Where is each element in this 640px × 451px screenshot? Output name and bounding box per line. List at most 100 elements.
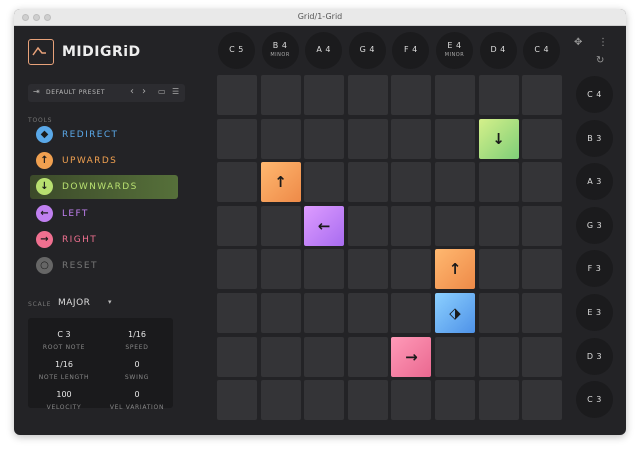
save-icon[interactable]: ▭	[158, 87, 166, 96]
pad-downwards[interactable]: ↓	[478, 118, 519, 159]
row-note-button[interactable]: G 3	[576, 206, 613, 244]
note-length-param[interactable]: 1/16 NOTE LENGTH	[28, 360, 100, 381]
pad-empty[interactable]	[435, 380, 475, 421]
pad-empty[interactable]	[347, 293, 388, 333]
pad-empty[interactable]	[391, 162, 432, 203]
pad-empty[interactable]	[347, 380, 388, 421]
pad-empty[interactable]	[260, 249, 301, 290]
preset-name[interactable]: DEFAULT PRESET	[46, 89, 105, 96]
pad-empty[interactable]	[260, 380, 301, 421]
pad-empty[interactable]	[478, 205, 519, 246]
pad-empty[interactable]	[391, 75, 432, 115]
pad-empty[interactable]	[347, 118, 388, 159]
row-note-button[interactable]: C 3	[576, 381, 613, 419]
pad-empty[interactable]	[522, 205, 563, 246]
pad-empty[interactable]	[435, 75, 475, 115]
column-note-button[interactable]: B 4 MINOR	[261, 32, 299, 69]
import-icon[interactable]: ⇥	[33, 87, 40, 96]
pad-empty[interactable]	[391, 380, 432, 421]
tool-downwards[interactable]: ↓ DOWNWARDS	[30, 175, 178, 200]
tool-left[interactable]: ← LEFT	[30, 202, 178, 226]
pad-left[interactable]: ←	[304, 205, 345, 246]
pad-empty[interactable]	[304, 75, 345, 115]
pad-empty[interactable]	[304, 249, 345, 290]
refresh-icon[interactable]: ↻	[596, 55, 604, 66]
pad-empty[interactable]	[217, 336, 257, 377]
more-options-icon[interactable]: ⋮	[598, 37, 608, 48]
pad-empty[interactable]	[478, 336, 519, 377]
pad-empty[interactable]	[260, 205, 301, 246]
row-note-button[interactable]: D 3	[576, 337, 613, 375]
pad-empty[interactable]	[478, 162, 519, 203]
column-note-button[interactable]: C 4	[523, 32, 561, 69]
preset-prev-button[interactable]: ‹	[130, 86, 134, 97]
pad-empty[interactable]	[304, 380, 345, 421]
column-note-button[interactable]: A 4	[305, 32, 343, 69]
pad-empty[interactable]	[391, 293, 432, 333]
pad-empty[interactable]	[522, 118, 563, 159]
tool-redirect[interactable]: ◆ REDIRECT	[30, 123, 178, 147]
pad-empty[interactable]	[304, 162, 345, 203]
pad-empty[interactable]	[478, 249, 519, 290]
swing-param[interactable]: 0 SWING	[101, 360, 173, 381]
row-note-button[interactable]: B 3	[576, 119, 613, 157]
pad-empty[interactable]	[217, 118, 257, 159]
pad-redirect[interactable]: ⬗	[435, 293, 475, 333]
scale-select[interactable]: MAJOR	[58, 298, 90, 308]
pad-empty[interactable]	[347, 249, 388, 290]
pad-empty[interactable]	[217, 293, 257, 333]
pad-empty[interactable]	[304, 293, 345, 333]
tool-upwards[interactable]: ↑ UPWARDS	[30, 149, 178, 173]
pad-empty[interactable]	[217, 75, 257, 115]
pad-empty[interactable]	[478, 75, 519, 115]
row-note-button[interactable]: E 3	[576, 294, 613, 331]
pad-empty[interactable]	[522, 162, 563, 203]
pad-empty[interactable]	[391, 249, 432, 290]
pad-empty[interactable]	[347, 75, 388, 115]
pad-empty[interactable]	[347, 162, 388, 203]
row-note-button[interactable]: A 3	[576, 163, 613, 201]
pad-empty[interactable]	[435, 162, 475, 203]
pad-empty[interactable]	[478, 293, 519, 333]
pad-empty[interactable]	[260, 336, 301, 377]
velocity-param[interactable]: 100 VELOCITY	[28, 390, 100, 411]
pad-empty[interactable]	[217, 249, 257, 290]
preset-next-button[interactable]: ›	[142, 86, 146, 97]
pad-empty[interactable]	[391, 205, 432, 246]
row-note-button[interactable]: C 4	[576, 76, 613, 113]
pad-empty[interactable]	[260, 293, 301, 333]
pad-empty[interactable]	[522, 380, 563, 421]
root-note-param[interactable]: C 3 ROOT NOTE	[28, 330, 100, 351]
speed-param[interactable]: 1/16 SPEED	[101, 330, 173, 351]
pad-empty[interactable]	[347, 205, 388, 246]
vel-variation-param[interactable]: 0 VEL VARIATION	[101, 390, 173, 411]
pad-upwards[interactable]: ↑	[435, 249, 475, 290]
column-note-button[interactable]: G 4	[348, 32, 386, 69]
pad-empty[interactable]	[522, 293, 563, 333]
pad-empty[interactable]	[304, 336, 345, 377]
column-note-button[interactable]: F 4	[392, 32, 430, 69]
pad-right[interactable]: →	[391, 336, 432, 377]
pad-upwards[interactable]: ↑	[260, 162, 301, 203]
column-note-button[interactable]: E 4 MINOR	[436, 32, 473, 69]
column-note-button[interactable]: D 4	[479, 32, 517, 69]
row-note-button[interactable]: F 3	[576, 250, 613, 288]
pad-empty[interactable]	[522, 249, 563, 290]
menu-icon[interactable]: ☰	[172, 87, 179, 96]
pad-empty[interactable]	[522, 75, 563, 115]
pad-empty[interactable]	[260, 118, 301, 159]
pad-empty[interactable]	[347, 336, 388, 377]
move-icon[interactable]: ✥	[574, 37, 582, 48]
pad-empty[interactable]	[217, 205, 257, 246]
pad-empty[interactable]	[435, 118, 475, 159]
pad-empty[interactable]	[260, 75, 301, 115]
pad-empty[interactable]	[391, 118, 432, 159]
pad-empty[interactable]	[304, 118, 345, 159]
pad-empty[interactable]	[217, 162, 257, 203]
pad-empty[interactable]	[435, 205, 475, 246]
chevron-down-icon[interactable]: ▾	[108, 298, 112, 306]
pad-empty[interactable]	[435, 336, 475, 377]
column-note-button[interactable]: C 5	[218, 32, 255, 69]
pad-empty[interactable]	[478, 380, 519, 421]
pad-empty[interactable]	[522, 336, 563, 377]
